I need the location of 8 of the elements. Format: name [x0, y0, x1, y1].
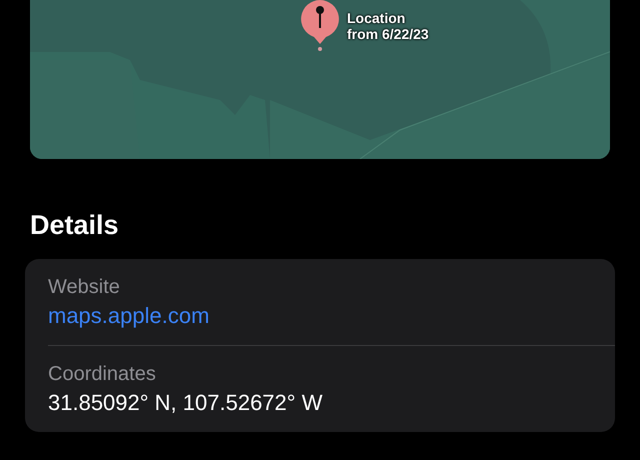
pin-label: Location	[347, 10, 406, 26]
map-pin-icon[interactable]	[300, 0, 340, 52]
website-link[interactable]: maps.apple.com	[48, 301, 210, 331]
field-value: 31.85092° N, 107.52672° W	[48, 389, 322, 417]
field-label: Website	[48, 275, 120, 300]
pin-sublabel: from 6/22/23	[347, 26, 429, 42]
section-title: Details	[30, 209, 119, 241]
field-label: Coordinates	[48, 362, 156, 387]
